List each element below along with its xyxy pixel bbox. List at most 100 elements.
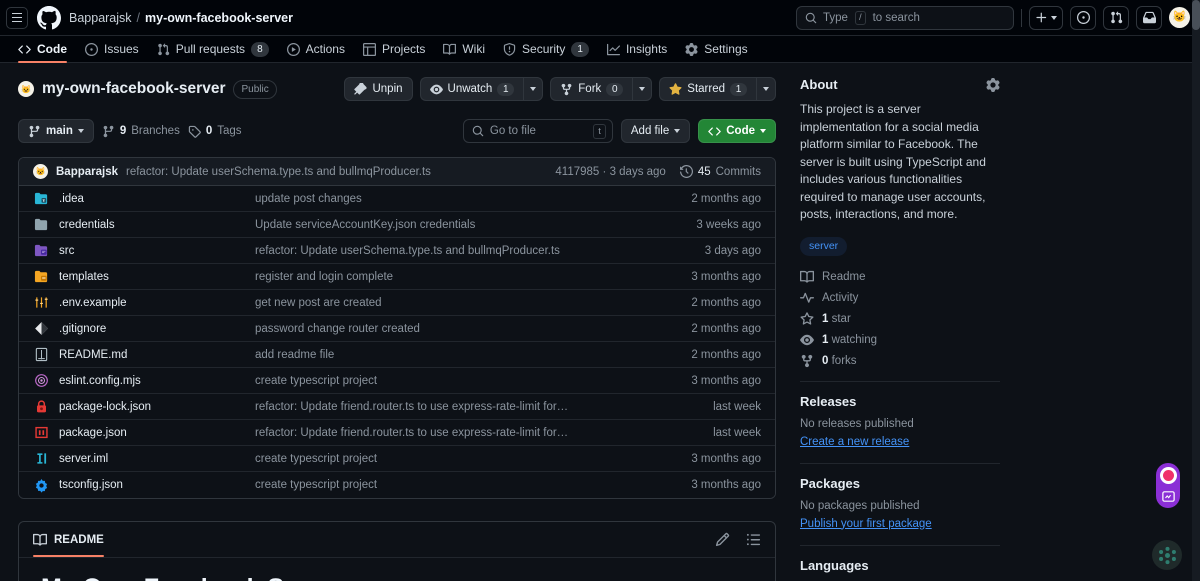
file-commit-message[interactable]: register and login complete [255,271,691,283]
unwatch-button[interactable]: Unwatch 1 [420,77,524,101]
file-commit-message[interactable]: create typescript project [255,479,691,491]
annotate-icon[interactable] [1161,489,1176,504]
go-to-file-input[interactable]: Go to file t [463,119,613,143]
star-dropdown-button[interactable] [756,77,776,101]
stars-link[interactable]: 1 star [800,312,1000,326]
file-name[interactable]: server.iml [59,453,255,465]
file-commit-message[interactable]: update post changes [255,193,691,205]
file-commit-message[interactable]: create typescript project [255,375,691,387]
table-row[interactable]: package-lock.json refactor: Update frien… [19,394,775,420]
table-of-contents-icon[interactable] [746,532,761,547]
commit-author[interactable]: Bapparajsk [56,166,118,178]
tab-settings[interactable]: Settings [677,36,755,62]
file-name[interactable]: credentials [59,219,255,231]
unpin-button[interactable]: Unpin [344,77,412,101]
fork-button[interactable]: Fork 0 [550,77,632,101]
file-commit-message[interactable]: refactor: Update userSchema.type.ts and … [255,245,705,257]
chevron-down-icon [639,87,645,91]
hamburger-menu-icon[interactable] [6,7,28,29]
branches-link[interactable]: 9 Branches [102,125,180,138]
search-placeholder-pre: Type [823,12,848,24]
file-commit-message[interactable]: refactor: Update friend.router.ts to use… [255,401,713,413]
file-name[interactable]: eslint.config.mjs [59,375,255,387]
fork-count: 0 [606,83,623,96]
readme-link[interactable]: Readme [800,270,1000,284]
tab-security[interactable]: Security 1 [495,36,597,62]
breadcrumb-owner[interactable]: Bapparajsk [69,11,132,25]
file-commit-message[interactable]: password change router created [255,323,691,335]
file-name[interactable]: package-lock.json [59,401,255,413]
tab-actions[interactable]: Actions [279,36,353,62]
table-row[interactable]: eslint.config.mjs create typescript proj… [19,368,775,394]
watchers-link[interactable]: 1 watching [800,333,1000,347]
file-commit-message[interactable]: create typescript project [255,453,691,465]
file-commit-message[interactable]: refactor: Update friend.router.ts to use… [255,427,713,439]
file-name[interactable]: README.md [59,349,255,361]
visibility-badge: Public [233,80,276,99]
table-row[interactable]: package.json refactor: Update friend.rou… [19,420,775,446]
tab-pull-requests[interactable]: Pull requests 8 [149,36,277,62]
add-file-button[interactable]: Add file [621,119,690,143]
branch-selector-button[interactable]: main [18,119,94,143]
page-scrollbar[interactable] [1192,0,1200,581]
forks-word: forks [832,355,857,367]
pencil-edit-icon[interactable] [715,532,730,547]
file-name[interactable]: .idea [59,193,255,205]
global-search-input[interactable]: Type / to search [796,6,1014,30]
tab-insights[interactable]: Insights [599,36,675,62]
gear-icon[interactable] [986,78,1000,92]
screen-recorder-widget[interactable] [1156,463,1180,508]
table-row[interactable]: README.md add readme file 2 months ago [19,342,775,368]
breadcrumb-repo[interactable]: my-own-facebook-server [145,11,293,25]
your-pull-requests-button[interactable] [1103,6,1129,30]
publish-package-link[interactable]: Publish your first package [800,518,932,530]
file-commit-message[interactable]: get new post are created [255,297,691,309]
starred-button[interactable]: Starred 1 [659,77,756,101]
activity-link[interactable]: Activity [800,291,1000,305]
shield-icon [503,43,516,56]
file-name[interactable]: src [59,245,255,257]
tags-link[interactable]: 0 Tags [188,125,242,138]
record-button-icon[interactable] [1160,467,1177,484]
table-row[interactable]: credentials Update serviceAccountKey.jso… [19,212,775,238]
file-name[interactable]: .gitignore [59,323,255,335]
table-row[interactable]: server.iml create typescript project 3 m… [19,446,775,472]
commits-count-link[interactable]: 45 Commits [680,165,761,178]
scrollbar-thumb[interactable] [1192,0,1200,30]
user-avatar[interactable]: 😺 [1169,7,1190,28]
code-button[interactable]: Code [698,119,776,143]
forks-link[interactable]: 0 forks [800,354,1000,368]
notifications-button[interactable] [1136,6,1162,30]
file-name[interactable]: .env.example [59,297,255,309]
commit-message[interactable]: refactor: Update userSchema.type.ts and … [126,166,431,178]
table-row[interactable]: .idea update post changes 2 months ago [19,186,775,212]
commit-hash-time[interactable]: 4117985 · 3 days ago [555,166,665,178]
tab-issues[interactable]: Issues [77,36,147,62]
github-logo-icon[interactable] [36,5,61,30]
create-release-link[interactable]: Create a new release [800,436,909,448]
file-commit-message[interactable]: add readme file [255,349,691,361]
tab-projects[interactable]: Projects [355,36,433,62]
table-row[interactable]: templates register and login complete 3 … [19,264,775,290]
file-name[interactable]: package.json [59,427,255,439]
table-row[interactable]: src refactor: Update userSchema.type.ts … [19,238,775,264]
file-name[interactable]: templates [59,271,255,283]
create-new-button[interactable] [1029,6,1063,30]
tab-wiki[interactable]: Wiki [435,36,493,62]
table-row[interactable]: tsconfig.json create typescript project … [19,472,775,498]
topic-tag[interactable]: server [800,237,847,256]
tab-readme[interactable]: README [33,522,104,557]
table-row[interactable]: .gitignore password change router create… [19,316,775,342]
markdown-icon [33,347,49,363]
tab-code[interactable]: Code [10,36,75,62]
readme-link-label: Readme [822,271,865,283]
your-issues-button[interactable] [1070,6,1096,30]
fork-dropdown-button[interactable] [632,77,652,101]
table-row[interactable]: .env.example get new post are created 2 … [19,290,775,316]
assistant-orb-icon[interactable] [1152,540,1182,570]
file-commit-message[interactable]: Update serviceAccountKey.json credential… [255,219,696,231]
folder-templates-icon [33,269,49,285]
file-name[interactable]: tsconfig.json [59,479,255,491]
table-icon [363,43,376,56]
watch-dropdown-button[interactable] [523,77,543,101]
